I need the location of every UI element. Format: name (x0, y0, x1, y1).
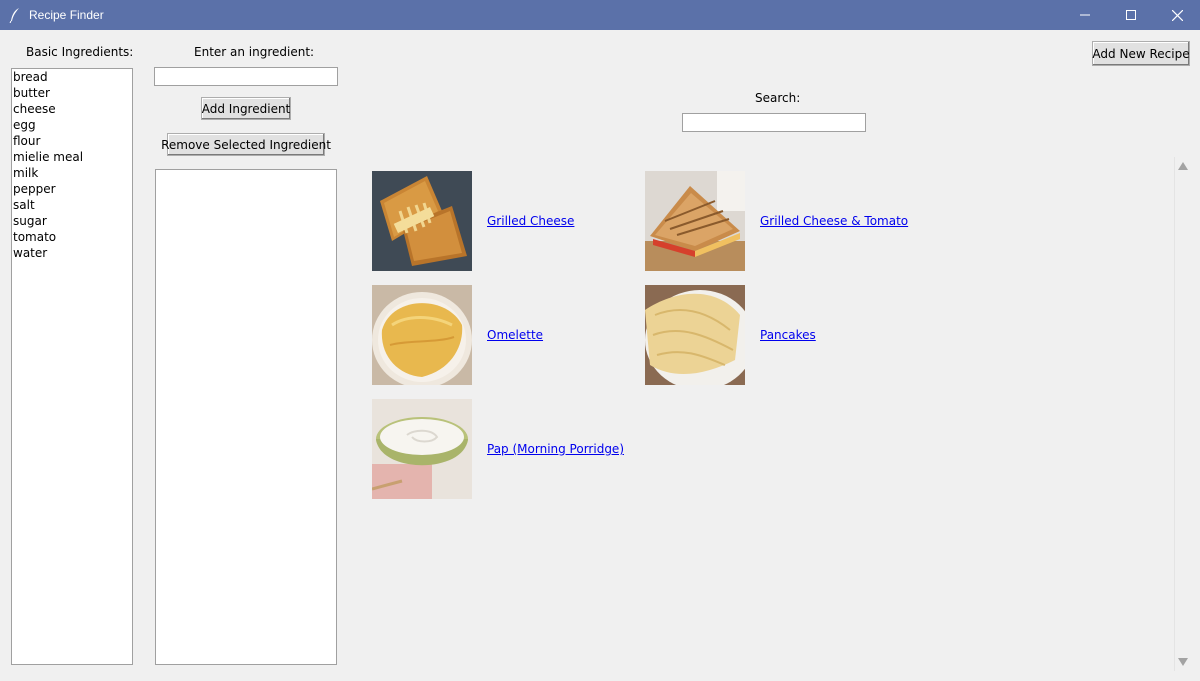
recipe-scrollbar[interactable] (1174, 157, 1192, 671)
close-button[interactable] (1154, 0, 1200, 30)
minimize-icon (1080, 14, 1090, 16)
basic-ingredients-label: Basic Ingredients: (26, 45, 134, 59)
basic-ingredient-item[interactable]: water (12, 245, 132, 261)
scroll-down-arrow-icon[interactable] (1178, 658, 1188, 666)
search-input[interactable] (682, 113, 866, 132)
pap-porridge-image[interactable] (372, 399, 472, 499)
basic-ingredient-item[interactable]: bread (12, 69, 132, 85)
basic-ingredient-item[interactable]: flour (12, 133, 132, 149)
remove-ingredient-button[interactable]: Remove Selected Ingredient (161, 133, 331, 156)
minimize-button[interactable] (1062, 0, 1108, 30)
pancakes-image[interactable] (645, 285, 745, 385)
add-ingredient-button[interactable]: Add Ingredient (201, 97, 291, 120)
recipe-link-grilled-cheese[interactable]: Grilled Cheese (487, 214, 574, 228)
recipe-link-omelette[interactable]: Omelette (487, 328, 543, 342)
title-bar: Recipe Finder (0, 0, 1200, 30)
selected-ingredients-list[interactable] (155, 169, 337, 665)
basic-ingredient-item[interactable]: tomato (12, 229, 132, 245)
basic-ingredient-item[interactable]: egg (12, 117, 132, 133)
add-new-recipe-button[interactable]: Add New Recipe (1092, 41, 1190, 66)
basic-ingredient-item[interactable]: salt (12, 197, 132, 213)
recipe-link-pap-morning-porridge[interactable]: Pap (Morning Porridge) (487, 442, 624, 456)
close-icon (1171, 9, 1183, 21)
enter-ingredient-label: Enter an ingredient: (194, 45, 315, 59)
recipe-link-pancakes[interactable]: Pancakes (760, 328, 816, 342)
scroll-up-arrow-icon[interactable] (1178, 162, 1188, 170)
basic-ingredient-item[interactable]: pepper (12, 181, 132, 197)
basic-ingredient-item[interactable]: sugar (12, 213, 132, 229)
ingredient-input[interactable] (154, 67, 338, 86)
basic-ingredient-item[interactable]: cheese (12, 101, 132, 117)
maximize-button[interactable] (1108, 0, 1154, 30)
basic-ingredients-list[interactable]: bread butter cheese egg flour mielie meal milk… (11, 68, 133, 665)
search-label: Search: (755, 91, 801, 105)
omelette-image[interactable] (372, 285, 472, 385)
basic-ingredient-item[interactable]: mielie meal (12, 149, 132, 165)
grilled-cheese-image[interactable] (372, 171, 472, 271)
window-title: Recipe Finder (29, 8, 104, 22)
feather-icon (9, 8, 19, 23)
grilled-cheese-tomato-image[interactable] (645, 171, 745, 271)
recipe-link-grilled-cheese-tomato[interactable]: Grilled Cheese & Tomato (760, 214, 908, 228)
maximize-icon (1126, 10, 1136, 20)
basic-ingredient-item[interactable]: butter (12, 85, 132, 101)
basic-ingredient-item[interactable]: milk (12, 165, 132, 181)
